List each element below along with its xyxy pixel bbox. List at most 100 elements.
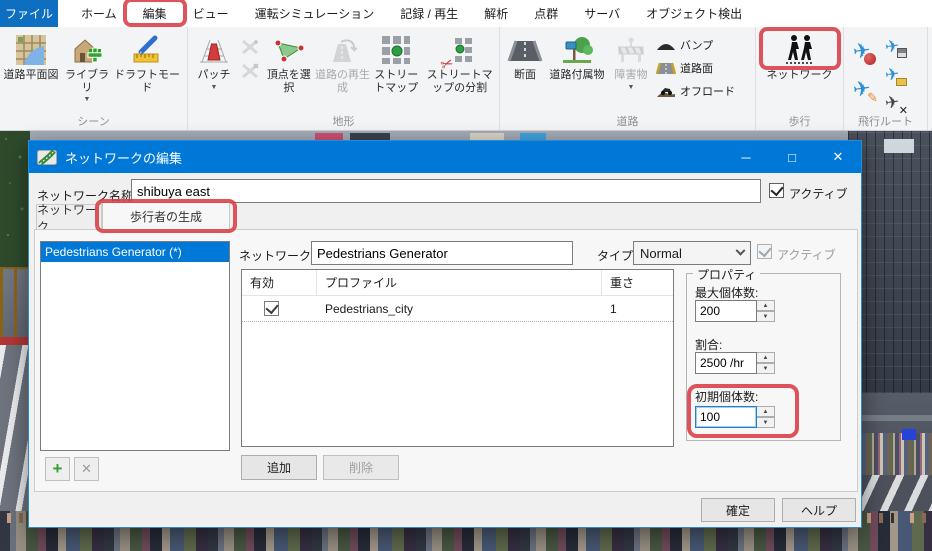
ribbon-group-walk: ネットワーク 歩行 (756, 27, 844, 130)
menu-home[interactable]: ホーム (68, 0, 130, 27)
menu-object-detection[interactable]: オブジェクト検出 (633, 0, 755, 27)
offroad-label: オフロード (680, 83, 735, 99)
chevron-down-icon: ▼ (84, 96, 91, 103)
rate-spinner: ▲ ▼ (695, 352, 775, 374)
pedestrian-network-icon (783, 31, 817, 69)
select-vertices-button[interactable]: 頂点を選択 (263, 29, 315, 94)
select-vertices-label: 頂点を選択 (263, 69, 315, 94)
initial-count-input[interactable] (695, 406, 757, 428)
active-checkbox[interactable] (769, 183, 784, 198)
spin-up-button[interactable]: ▲ (757, 406, 775, 417)
confirm-label: 確定 (726, 502, 750, 519)
close-button[interactable]: ✕ (815, 141, 861, 173)
draft-mode-label: ドラフトモード (114, 69, 180, 94)
spin-up-button[interactable]: ▲ (757, 300, 775, 311)
scene-storefront (0, 267, 30, 347)
ribbon-group-flight: ✈ ✈ ✎ ✈ ✈ ✈ ✕ 飛行ルート (844, 27, 928, 130)
type-value: Normal (640, 246, 682, 261)
obstacle-icon (616, 31, 646, 69)
library-label: ライブラリ (60, 69, 114, 94)
menu-view[interactable]: ビュー (180, 0, 242, 27)
spin-down-button[interactable]: ▼ (757, 363, 775, 374)
remove-generator-button[interactable]: ✕ (74, 457, 99, 481)
library-button[interactable]: ライブラリ ▼ (60, 29, 114, 103)
list-item[interactable]: Pedestrians Generator (*) (41, 242, 229, 262)
street-map-button[interactable]: ストリートマップ (370, 29, 422, 94)
tab-pedestrian-generation[interactable]: 歩行者の生成 (102, 202, 230, 230)
regenerate-road-icon (327, 31, 359, 69)
bump-label: バンプ (680, 37, 713, 53)
delete-profile-button[interactable]: 削除 (323, 455, 399, 480)
rate-input[interactable] (695, 352, 757, 374)
network-button[interactable]: ネットワーク (764, 29, 836, 82)
menu-server[interactable]: サーバ (571, 0, 633, 27)
header-profile: プロファイル (317, 270, 602, 295)
ribbon-group-scene-label: シーン (0, 113, 187, 129)
table-row[interactable]: Pedestrians_city 1 (242, 296, 673, 322)
road-surface-button[interactable]: 道路面 (656, 58, 750, 78)
max-count-label: 最大個体数: (695, 284, 758, 301)
menu-driving-simulation[interactable]: 運転シミュレーション (242, 0, 388, 27)
generator-active-label: アクティブ (777, 246, 836, 263)
menu-file[interactable]: ファイル (0, 0, 58, 27)
spin-down-button[interactable]: ▼ (757, 311, 775, 322)
offroad-button[interactable]: オフロード (656, 81, 750, 101)
bump-button[interactable]: バンプ (656, 35, 750, 55)
menu-point-cloud[interactable]: 点群 (521, 0, 571, 27)
menu-analysis-label: 解析 (484, 5, 508, 22)
menu-analysis[interactable]: 解析 (471, 0, 521, 27)
generator-name-input[interactable] (311, 241, 573, 265)
edit-flight-route-button[interactable]: ✈ ✎ (846, 73, 878, 105)
select-vertices-icon (273, 31, 305, 69)
delete-node-icon[interactable] (241, 63, 259, 79)
row-enabled-checkbox[interactable] (264, 301, 279, 316)
obstacle-button[interactable]: 障害物 ▼ (606, 29, 656, 91)
minimize-button[interactable]: ─ (723, 141, 769, 173)
initial-count-spinner: ▲ ▼ (695, 406, 775, 428)
row-weight-value: 1 (610, 302, 617, 316)
draft-mode-button[interactable]: ドラフトモード (114, 29, 180, 94)
chevron-down-icon: ▼ (628, 84, 635, 91)
ribbon-group-walk-label: 歩行 (756, 113, 843, 129)
header-enabled: 有効 (242, 270, 317, 295)
dialog-titlebar[interactable]: ネットワークの編集 ─ □ ✕ (29, 141, 861, 173)
road-attachments-button[interactable]: 道路付属物 (548, 29, 606, 82)
rate-label: 割合: (695, 336, 722, 353)
chevron-down-icon (736, 245, 746, 255)
add-profile-button[interactable]: 追加 (241, 455, 317, 480)
initial-count-label: 初期個体数: (695, 388, 758, 405)
regenerate-road-button[interactable]: 道路の再生成 (315, 29, 371, 94)
record-flight-route-button[interactable]: ✈ (846, 35, 878, 67)
street-map-split-button[interactable]: ✂ ストリートマップの分割 (422, 29, 497, 94)
cross-section-button[interactable]: 断面 (502, 29, 548, 82)
max-count-input[interactable] (695, 300, 757, 322)
tab-network[interactable]: ネットワーク (36, 204, 102, 230)
menu-file-label: ファイル (5, 5, 53, 22)
menu-record-play[interactable]: 記録 / 再生 (387, 0, 471, 27)
add-generator-button[interactable]: + (45, 457, 70, 481)
maximize-button[interactable]: □ (769, 141, 815, 173)
road-plan-button[interactable]: 道路平面図 (2, 29, 60, 82)
street-map-label: ストリートマップ (370, 69, 422, 94)
help-button[interactable]: ヘルプ (782, 498, 856, 522)
ribbon-group-terrain: パッチ ▼ 頂点を選択 道路の再生成 スト (188, 27, 500, 130)
spin-up-button[interactable]: ▲ (757, 352, 775, 363)
delete-flight-route-button[interactable]: ✈ ✕ (878, 89, 906, 115)
generator-listbox[interactable]: Pedestrians Generator (*) (40, 241, 230, 451)
profile-table[interactable]: 有効 プロファイル 重さ Pedestrians_city 1 (241, 269, 674, 447)
load-flight-route-button[interactable]: ✈ (878, 61, 906, 87)
network-name-input[interactable] (131, 179, 761, 203)
save-flight-route-button[interactable]: ✈ (878, 33, 906, 59)
add-node-icon[interactable] (241, 39, 259, 55)
folder-icon (896, 78, 907, 86)
type-label: タイプ: (597, 247, 636, 264)
record-dot-icon (864, 53, 876, 65)
spin-down-button[interactable]: ▼ (757, 417, 775, 428)
network-edit-dialog: ネットワークの編集 ─ □ ✕ ネットワーク名称: アクティブ ネットワーク 歩… (28, 140, 862, 528)
type-combobox[interactable]: Normal (633, 241, 751, 265)
confirm-button[interactable]: 確定 (701, 498, 775, 522)
menu-edit[interactable]: 編集 (130, 0, 180, 27)
row-profile-value: Pedestrians_city (325, 302, 413, 316)
patch-icon (198, 31, 230, 69)
patch-button[interactable]: パッチ ▼ (190, 29, 238, 91)
